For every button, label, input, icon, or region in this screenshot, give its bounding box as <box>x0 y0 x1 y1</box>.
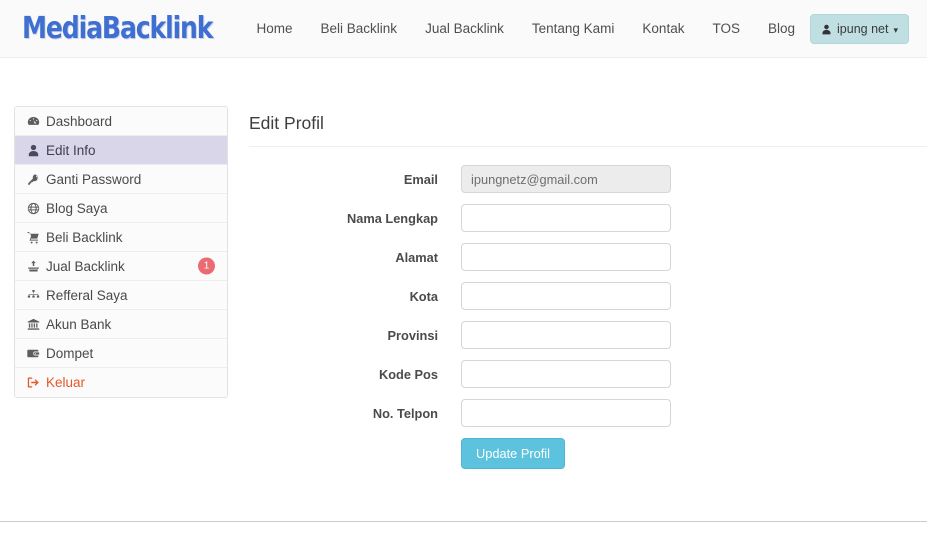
sign-out-icon <box>27 376 46 389</box>
sidebar-menu: Dashboard Edit Info Ganti Password Blog Say… <box>14 106 228 398</box>
sidebar-item-label: Ganti Password <box>46 171 142 187</box>
user-menu-label: ipung net <box>837 22 889 36</box>
main-navigation: Home Beli Backlink Jual Backlink Tentang Ka… <box>243 0 809 58</box>
sidebar-item-label: Dashboard <box>46 113 113 129</box>
nav-tentang-kami[interactable]: Tentang Kami <box>518 0 629 58</box>
wallet-icon <box>27 347 46 360</box>
sidebar-item-blog-saya[interactable]: Blog Saya <box>15 194 227 223</box>
sidebar-item-refferal-saya[interactable]: Refferal Saya <box>15 281 227 310</box>
bank-icon <box>27 318 46 331</box>
sidebar-item-label: Edit Info <box>46 142 96 158</box>
form-row: Provinsi <box>249 321 927 349</box>
sidebar-item-label: Keluar <box>46 375 86 390</box>
tachometer-icon <box>27 115 46 128</box>
sidebar-item-keluar[interactable]: Keluar <box>15 368 227 397</box>
user-icon <box>27 144 46 157</box>
footer-divider <box>0 521 927 522</box>
nav-tos[interactable]: TOS <box>698 0 754 58</box>
sidebar-item-jual-backlink[interactable]: Jual Backlink 1 <box>15 252 227 281</box>
nav-jual-backlink[interactable]: Jual Backlink <box>411 0 518 58</box>
update-profile-button[interactable]: Update Profil <box>461 438 565 469</box>
nav-beli-backlink[interactable]: Beli Backlink <box>307 0 412 58</box>
input-no-telpon[interactable] <box>461 399 671 427</box>
nav-blog[interactable]: Blog <box>754 0 809 58</box>
sidebar-item-ganti-password[interactable]: Ganti Password <box>15 165 227 194</box>
field-label-provinsi: Provinsi <box>387 327 439 343</box>
sitemap-icon <box>27 289 46 302</box>
user-icon <box>821 24 832 35</box>
form-row: Kota <box>249 282 927 310</box>
globe-icon <box>27 202 46 215</box>
sidebar-item-label: Blog Saya <box>46 200 108 216</box>
form-row: Email <box>249 165 927 193</box>
input-nama-lengkap[interactable] <box>461 204 671 232</box>
sidebar-item-beli-backlink[interactable]: Beli Backlink <box>15 223 227 252</box>
user-menu-button[interactable]: ipung net ▾ <box>810 14 909 44</box>
edit-profile-form: Email Nama Lengkap Alamat Kota Provinsi Kode … <box>249 147 927 469</box>
field-label-kode-pos: Kode Pos <box>378 366 438 382</box>
sidebar-item-label: Refferal Saya <box>46 287 128 303</box>
sidebar-item-label: Beli Backlink <box>46 229 123 245</box>
sidebar-item-akun-bank[interactable]: Akun Bank <box>15 310 227 339</box>
main-content: Edit Profil Email Nama Lengkap Alamat Kota P… <box>249 106 927 469</box>
top-navbar: MediaBacklink Home Beli Backlink Jual Back… <box>0 0 927 58</box>
sidebar-item-edit-info[interactable]: Edit Info <box>15 136 227 165</box>
form-row: Alamat <box>249 243 927 271</box>
site-logo[interactable]: MediaBacklink <box>22 11 214 46</box>
field-label-no-telpon: No. Telpon <box>372 405 438 421</box>
input-provinsi[interactable] <box>461 321 671 349</box>
chevron-down-icon: ▾ <box>893 24 898 35</box>
form-row: No. Telpon <box>249 399 927 427</box>
sidebar-item-dompet[interactable]: Dompet <box>15 339 227 368</box>
nav-home[interactable]: Home <box>243 0 307 58</box>
sidebar-item-label: Jual Backlink <box>46 258 125 274</box>
submit-row: Update Profil <box>249 438 927 469</box>
sidebar-item-label: Akun Bank <box>46 316 112 332</box>
form-row: Nama Lengkap <box>249 204 927 232</box>
submit-spacer <box>249 438 461 469</box>
input-kode-pos[interactable] <box>461 360 671 388</box>
cart-icon <box>27 231 46 244</box>
nav-kontak[interactable]: Kontak <box>628 0 698 58</box>
field-label-kota: Kota <box>409 288 438 304</box>
input-kota[interactable] <box>461 282 671 310</box>
input-alamat[interactable] <box>461 243 671 271</box>
hand-up-icon <box>27 260 46 273</box>
page-title: Edit Profil <box>249 106 927 147</box>
field-label-email: Email <box>403 171 438 187</box>
sidebar-item-label: Dompet <box>46 345 94 361</box>
form-row: Kode Pos <box>249 360 927 388</box>
field-label-alamat: Alamat <box>395 249 438 265</box>
input-email <box>461 165 671 193</box>
sidebar-item-dashboard[interactable]: Dashboard <box>15 107 227 136</box>
status-badge: 1 <box>198 257 215 275</box>
field-label-nama-lengkap: Nama Lengkap <box>346 210 438 226</box>
key-icon <box>27 173 46 186</box>
